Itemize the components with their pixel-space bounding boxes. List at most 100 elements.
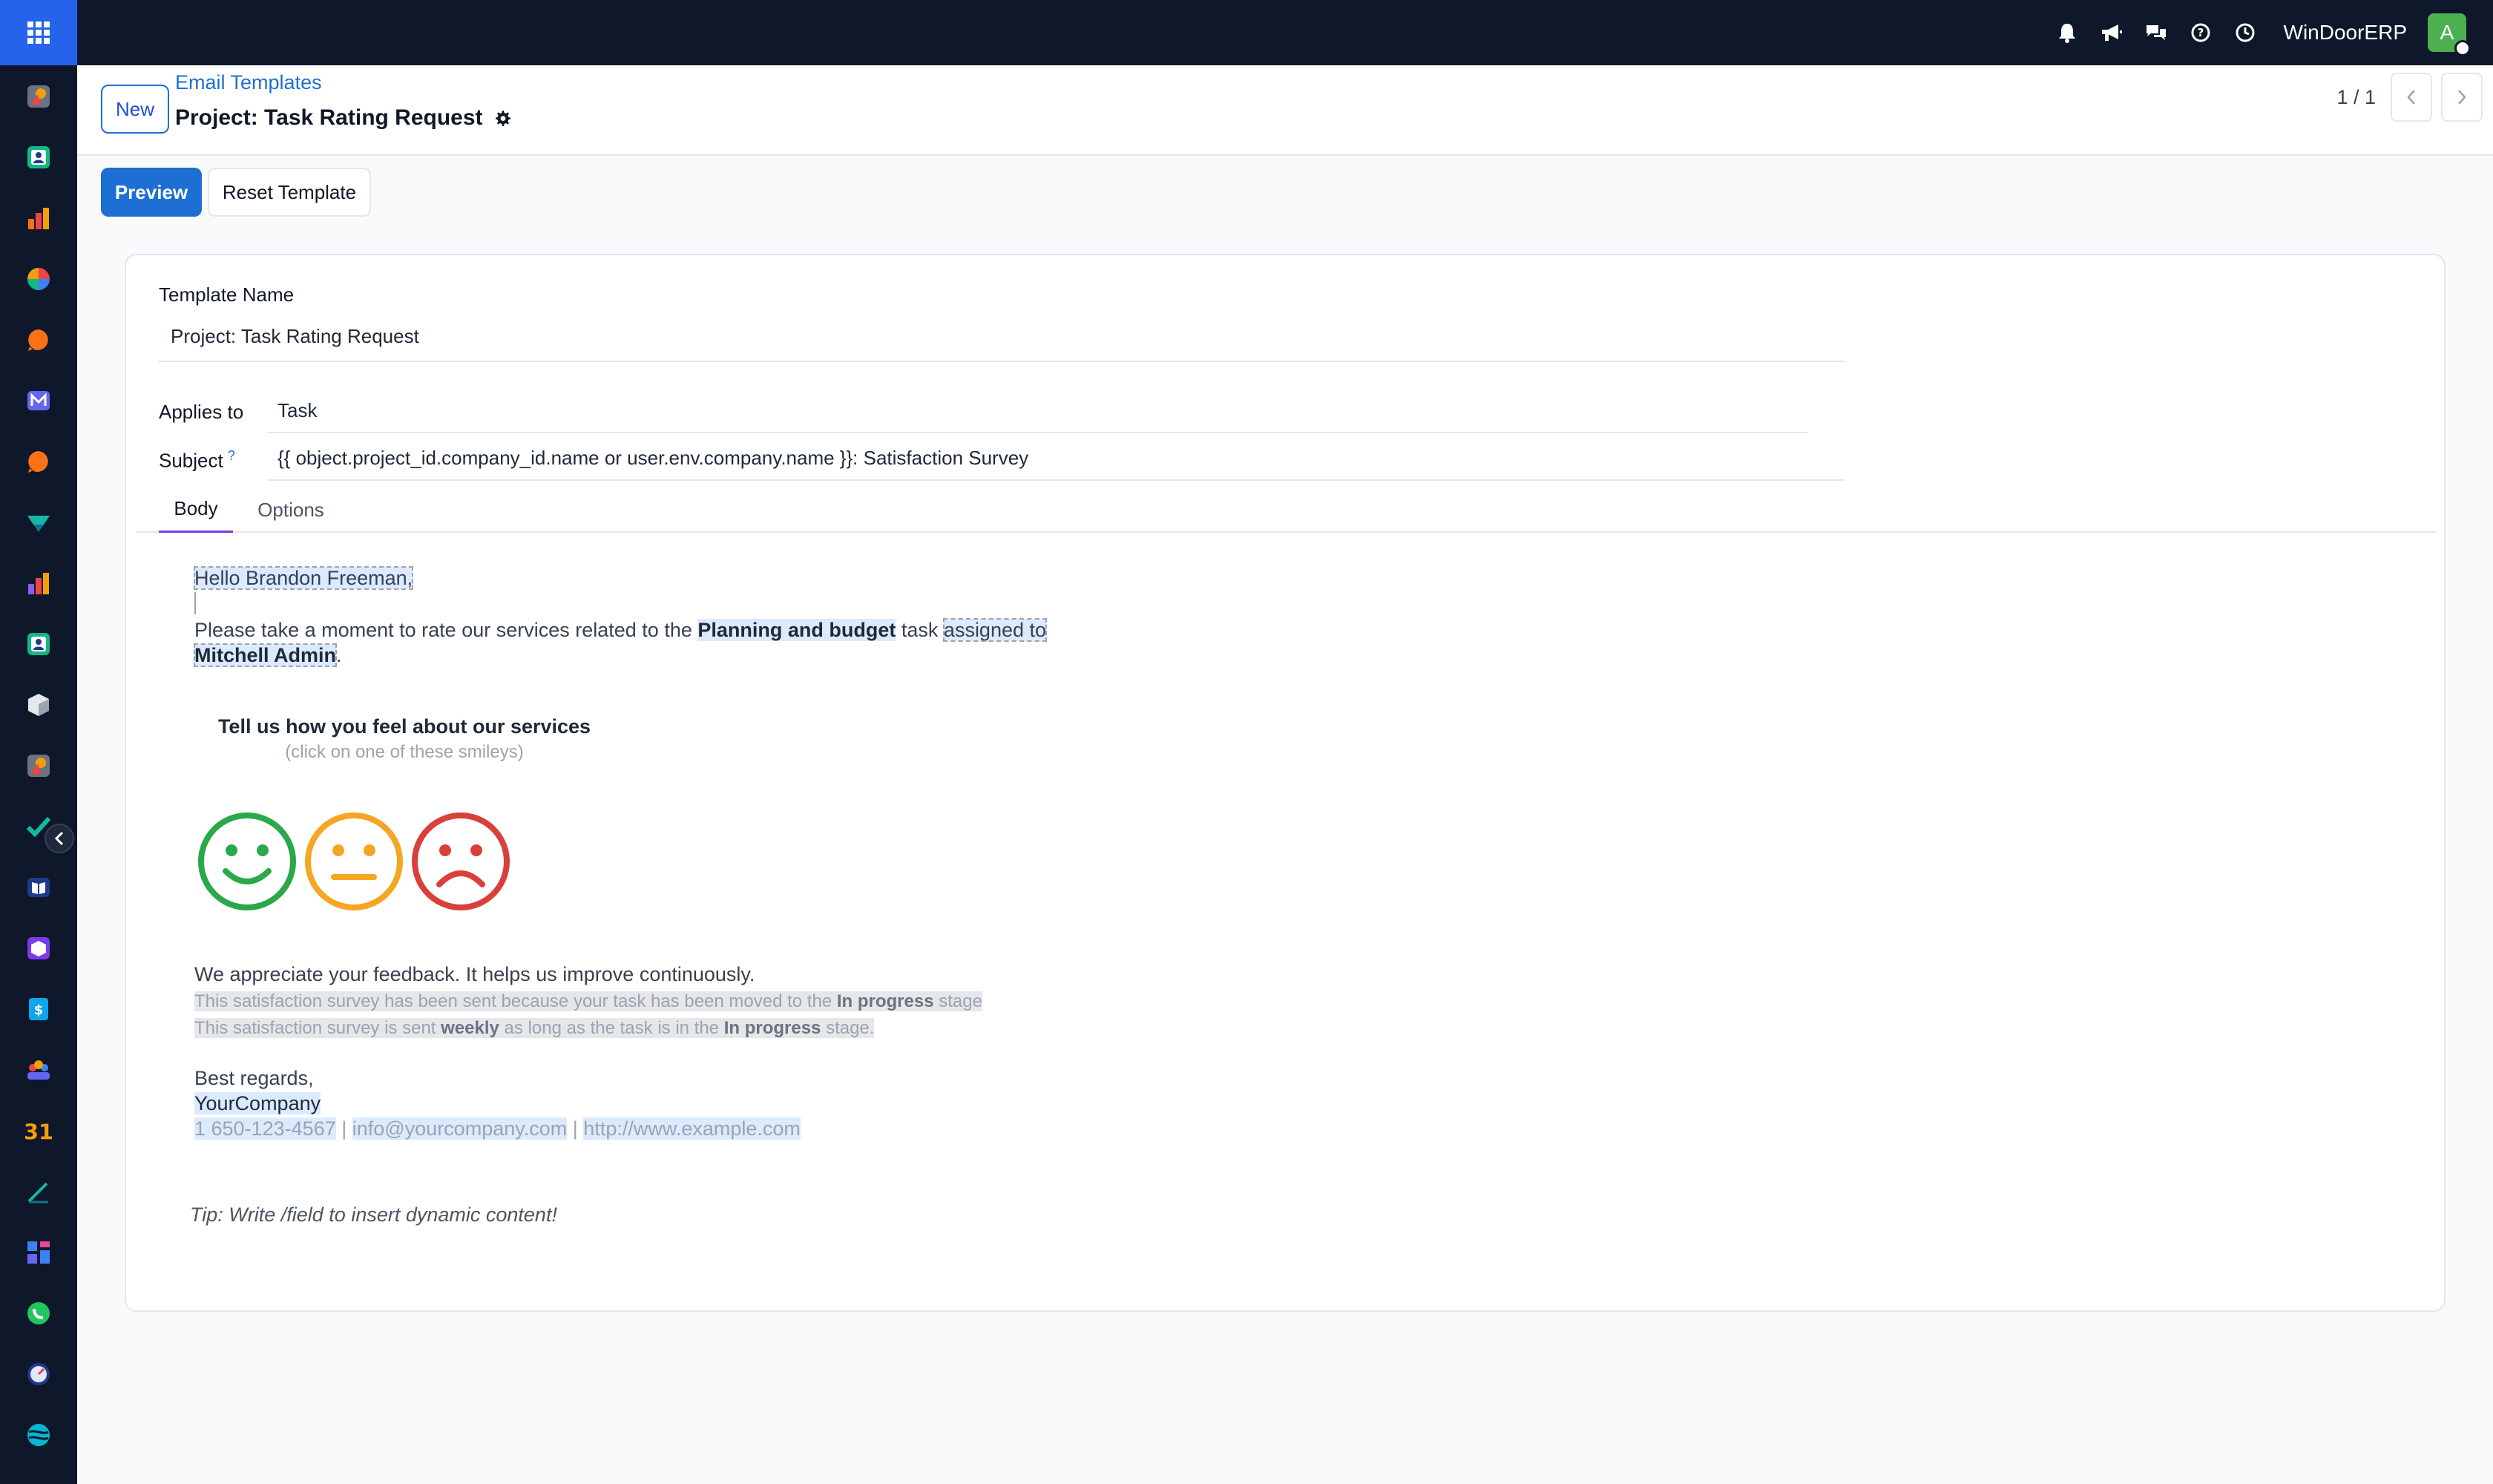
note-stage-block: This satisfaction survey has been sent b… [194,991,982,1011]
chevron-right-icon [2458,90,2466,105]
company-name: YourCompany [194,1092,321,1114]
template-name-value: Project: Task Rating Request [171,324,419,347]
clock-icon[interactable] [2233,21,2257,45]
company-line: YourCompany [194,1092,321,1115]
knowledge-app-icon[interactable] [25,874,52,901]
survey-subtitle: (click on one of these smileys) [285,742,524,762]
user-avatar[interactable]: A [2428,13,2471,56]
neutral-smiley-icon[interactable] [304,812,404,911]
note2-frequency: weekly [441,1018,499,1038]
applies-to-field[interactable]: Task [267,389,1807,433]
record-title: Project: Task Rating Request [175,105,483,130]
notebook-tabs [137,487,2437,533]
smiley-row [197,812,510,911]
svg-text:$: $ [34,1002,44,1018]
intro-text: Please take a moment to rate our service… [194,619,692,641]
preview-button[interactable]: Preview [101,168,202,217]
greeting-hello: Hello [194,567,240,589]
intro-line: Please take a moment to rate our service… [194,618,1048,642]
note2-stage: In progress [723,1018,821,1038]
sad-smiley-icon[interactable] [411,812,510,911]
website-app-icon[interactable] [25,1422,52,1448]
crm-app-icon[interactable] [25,1057,52,1083]
template-name-label: Template Name [159,283,295,306]
company-switcher[interactable]: WinDoorERP [2284,21,2407,45]
tab-body[interactable]: Body [159,487,233,533]
whatsapp-app-icon[interactable] [25,1300,52,1327]
editor-tip: Tip: Write /field to insert dynamic cont… [190,1204,557,1226]
pager-next-button[interactable] [2441,73,2483,122]
avatar-initial: A [2440,21,2454,44]
greeting-comma: , [407,567,413,589]
happy-smiley-icon[interactable] [197,812,297,911]
helpdesk-app-icon[interactable] [25,448,52,475]
feedback-line: We appreciate your feedback. It helps us… [194,963,755,985]
note2-pre: This satisfaction survey is sent [194,1018,436,1038]
text-cursor [194,592,196,614]
new-button[interactable]: New [101,85,169,134]
sales-app-icon[interactable] [25,205,52,232]
contact-line: 1 650-123-4567 | info@yourcompany.com | … [194,1117,801,1140]
sidebar-collapse-button[interactable] [45,824,74,853]
task-word: task [901,619,939,641]
assignee-name: Mitchell Admin [193,643,338,667]
inventory-app-icon[interactable] [25,692,52,718]
note2-post: stage. [826,1018,875,1038]
pager-value[interactable]: 1 / 1 [2336,86,2376,109]
app-sidebar: $ 31 [0,65,77,1484]
tab-options[interactable]: Options [245,487,337,533]
sign-app-icon[interactable] [25,1178,52,1205]
greeting-line: Hello Brandon Freeman, [193,566,414,590]
greeting-block: Hello Brandon Freeman, [193,566,414,590]
page-title: Project: Task Rating Request [175,105,511,131]
form-sheet: Template Name Project: Task Rating Reque… [125,254,2446,1312]
pager-previous-button[interactable] [2391,73,2432,122]
reporting-app-icon[interactable] [25,570,52,597]
livechat-app-icon[interactable] [25,326,52,353]
note1-stage: In progress [836,991,934,1011]
systray: ? WinDoorERP A [2055,0,2493,65]
planning-app-icon[interactable] [25,752,52,779]
template-name-field[interactable]: Project: Task Rating Request [159,312,1845,362]
assignee-period: . [336,644,342,666]
note-frequency-line: This satisfaction survey is sent weekly … [194,1018,875,1039]
svg-text:?: ? [2197,26,2204,39]
subject-help-tooltip[interactable]: ? [228,448,235,463]
chevron-left-icon [2407,90,2415,105]
gear-icon[interactable] [493,109,511,127]
svg-text:31: 31 [25,1120,52,1143]
contacts-app-icon[interactable] [25,144,52,171]
subject-value: {{ object.project_id.company_id.name or … [277,446,1029,469]
contact-phone: 1 650-123-4567 [194,1117,336,1140]
field-service-app-icon[interactable] [25,1361,52,1388]
help-icon[interactable]: ? [2189,21,2213,45]
subject-field[interactable]: {{ object.project_id.company_id.name or … [267,436,1845,481]
dashboards-app-icon[interactable] [25,266,52,292]
calendar-app-icon[interactable]: 31 [25,1117,52,1144]
manufacturing-app-icon[interactable] [25,935,52,962]
note2-mid: as long as the task is in the [504,1018,720,1038]
apps-menu-icon[interactable] [0,0,77,65]
note1-pre: This satisfaction survey has been sent b… [194,991,832,1011]
contact-website: http://www.example.com [583,1117,801,1140]
top-navbar: ? WinDoorERP A [0,0,2493,65]
documents-app-icon[interactable] [25,1239,52,1266]
bell-icon[interactable] [2055,21,2079,45]
contact-email: info@yourcompany.com [352,1117,568,1140]
employees-app-icon[interactable] [25,631,52,657]
invoicing-app-icon[interactable]: $ [25,996,52,1022]
megaphone-icon[interactable] [2100,21,2124,45]
breadcrumb-email-templates[interactable]: Email Templates [175,71,322,94]
project-app-icon[interactable] [25,509,52,536]
survey-title: Tell us how you feel about our services [217,715,591,738]
discuss-app-icon[interactable] [25,83,52,110]
note1-post: stage [939,991,982,1011]
reset-template-button[interactable]: Reset Template [208,168,371,217]
contact-sep-1: | [341,1117,347,1140]
email-marketing-app-icon[interactable] [25,387,52,414]
task-name: Planning and budget [697,619,896,641]
contact-sep-2: | [572,1117,578,1140]
partner-name: Brandon Freeman [246,567,407,589]
chevron-left-icon [54,831,64,846]
chat-icon[interactable] [2144,21,2168,45]
